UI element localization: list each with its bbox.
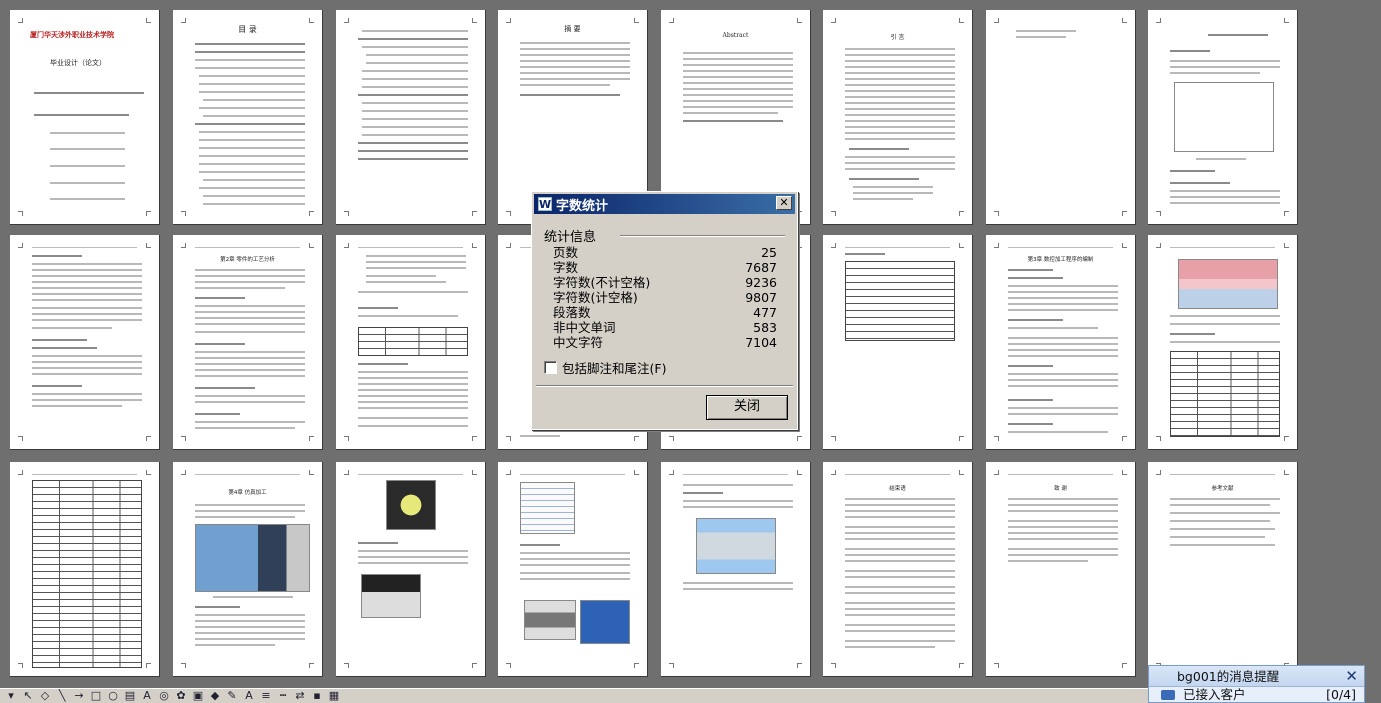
customer-icon	[1161, 690, 1175, 700]
document-thumbnail-view: { "dialog": { "title": "字数统计", "app_icon…	[0, 0, 1381, 703]
page-thumbnail-19[interactable]	[498, 462, 648, 677]
picture-icon[interactable]: ▣	[191, 690, 205, 702]
notification-title: bg001的消息提醒	[1177, 669, 1280, 684]
textbox-icon[interactable]: ▤	[123, 690, 137, 702]
stat-value: 477	[753, 305, 777, 320]
cursor-icon[interactable]: ↖	[21, 690, 35, 702]
page-thumbnail-20[interactable]	[661, 462, 811, 677]
checkbox-box[interactable]	[544, 361, 557, 374]
page-thumbnail-refs[interactable]: 参考文献	[1148, 462, 1298, 677]
group-divider	[620, 235, 785, 237]
page-thumbnail-toc-1[interactable]: 目 录	[173, 10, 323, 225]
notification-item[interactable]: 已接入客户 [0/4]	[1149, 687, 1364, 703]
page-thumbnail-ch2-start[interactable]	[1148, 10, 1298, 225]
line-icon[interactable]: ╲	[55, 690, 69, 702]
stat-label: 字数	[553, 260, 579, 275]
word-count-dialog: W 字数统计 ✕ 统计信息 页数 25 字数 7687 字符数(不计空格) 92…	[531, 191, 798, 430]
page-thumbnail-cover[interactable]: 厦门华天涉外职业技术学院 毕业设计（论文）	[10, 10, 160, 225]
college-logo: 厦门华天涉外职业技术学院	[30, 31, 114, 39]
dialog-title: 字数统计	[556, 198, 609, 214]
stat-row-non-chinese-words: 非中文单词 583	[553, 320, 777, 335]
stat-label: 非中文单词	[553, 320, 616, 335]
dialog-separator	[536, 385, 793, 387]
page-thumbnail-18[interactable]	[336, 462, 486, 677]
page-thumbnail-10[interactable]	[336, 235, 486, 450]
page-thumbnail-9[interactable]: 第2章 零件的工艺分析	[173, 235, 323, 450]
font-color-icon[interactable]: A	[242, 690, 256, 702]
ch3-title: 第3章 数控加工程序的编制	[1027, 257, 1094, 263]
line-style-icon[interactable]: ≡	[259, 690, 273, 702]
stat-value: 9807	[745, 290, 777, 305]
page-thumbnail-toc-2[interactable]	[336, 10, 486, 225]
stat-value: 7687	[745, 260, 777, 275]
page-thumbnail-thanks[interactable]: 致 谢	[986, 462, 1136, 677]
3d-icon[interactable]: ▦	[327, 690, 341, 702]
message-notification: bg001的消息提醒 ✕ 已接入客户 [0/4]	[1148, 665, 1365, 703]
stat-label: 段落数	[553, 305, 591, 320]
stat-value: 7104	[745, 335, 777, 350]
stat-row-paragraphs: 段落数 477	[553, 305, 777, 320]
word-app-icon: W	[538, 197, 552, 211]
stat-label: 页数	[553, 245, 579, 260]
arrow-icon[interactable]: →	[72, 690, 86, 702]
include-footnotes-checkbox[interactable]: 包括脚注和尾注(F)	[544, 358, 666, 377]
close-icon[interactable]: ✕	[776, 196, 792, 210]
page-thumbnail-14[interactable]: 第3章 数控加工程序的编制	[986, 235, 1136, 450]
abstract-cn-title: 摘 要	[564, 25, 581, 33]
diagram-icon[interactable]: ◎	[157, 690, 171, 702]
dialog-titlebar[interactable]: W 字数统计 ✕	[534, 194, 795, 214]
drawing-toolbar: ▾ ↖ ◇ ╲ → □ ○ ▤ A ◎ ✿ ▣ ◆ ✎ A ≡ ┅ ⇄ ▪ ▦	[0, 688, 1150, 703]
wordart-icon[interactable]: A	[140, 690, 154, 702]
notification-item-count: [0/4]	[1326, 687, 1356, 702]
conclusion-title: 结束语	[889, 486, 906, 492]
notification-item-label: 已接入客户	[1183, 687, 1246, 702]
intro-title: 引 言	[890, 34, 905, 41]
notification-title-bar: bg001的消息提醒 ✕	[1149, 666, 1364, 687]
fill-color-icon[interactable]: ◆	[208, 690, 222, 702]
statistics-group-label: 统计信息	[544, 230, 597, 245]
oval-icon[interactable]: ○	[106, 690, 120, 702]
close-button[interactable]: 关闭	[706, 395, 788, 420]
workspace-background	[1308, 0, 1381, 688]
line-color-icon[interactable]: ✎	[225, 690, 239, 702]
toc-title: 目 录	[238, 25, 257, 34]
stat-value: 25	[761, 245, 777, 260]
stat-label: 字符数(计空格)	[553, 290, 638, 305]
clipart-icon[interactable]: ✿	[174, 690, 188, 702]
page-thumbnail-15[interactable]	[1148, 235, 1298, 450]
rectangle-icon[interactable]: □	[89, 690, 103, 702]
page-thumbnail-conclusion[interactable]: 结束语	[823, 462, 973, 677]
stat-value: 583	[753, 320, 777, 335]
stat-row-chars-no-spaces: 字符数(不计空格) 9236	[553, 275, 777, 290]
autoshapes-icon[interactable]: ◇	[38, 690, 52, 702]
stat-row-chinese-chars: 中文字符 7104	[553, 335, 777, 350]
arrow-style-icon[interactable]: ⇄	[293, 690, 307, 702]
refs-title: 参考文献	[1211, 486, 1234, 492]
shadow-icon[interactable]: ▪	[310, 690, 324, 702]
dash-style-icon[interactable]: ┅	[276, 690, 290, 702]
close-icon[interactable]: ✕	[1345, 666, 1358, 687]
page-thumbnail-16[interactable]	[10, 462, 160, 677]
page-thumbnail-13[interactable]	[823, 235, 973, 450]
ch4-title: 第4章 仿真加工	[228, 490, 267, 496]
ch2-title: 第2章 零件的工艺分析	[220, 257, 275, 263]
page-thumbnail-17[interactable]: 第4章 仿真加工	[173, 462, 323, 677]
statistics-list: 页数 25 字数 7687 字符数(不计空格) 9236 字符数(计空格) 98…	[553, 245, 777, 350]
include-footnotes-label: 包括脚注和尾注(F)	[562, 361, 667, 376]
thanks-title: 致 谢	[1054, 486, 1067, 492]
draw-menu-icon[interactable]: ▾	[4, 690, 18, 702]
stat-row-pages: 页数 25	[553, 245, 777, 260]
stat-value: 9236	[745, 275, 777, 290]
abstract-en-title: Abstract	[722, 32, 749, 39]
stat-row-words: 字数 7687	[553, 260, 777, 275]
stat-label: 字符数(不计空格)	[553, 275, 651, 290]
page-thumbnail-intro[interactable]: 引 言	[823, 10, 973, 225]
stat-label: 中文字符	[553, 335, 604, 350]
page-thumbnail-8[interactable]	[10, 235, 160, 450]
stat-row-chars-with-spaces: 字符数(计空格) 9807	[553, 290, 777, 305]
cover-title: 毕业设计（论文）	[50, 59, 106, 67]
page-thumbnail-ch1-end[interactable]	[986, 10, 1136, 225]
